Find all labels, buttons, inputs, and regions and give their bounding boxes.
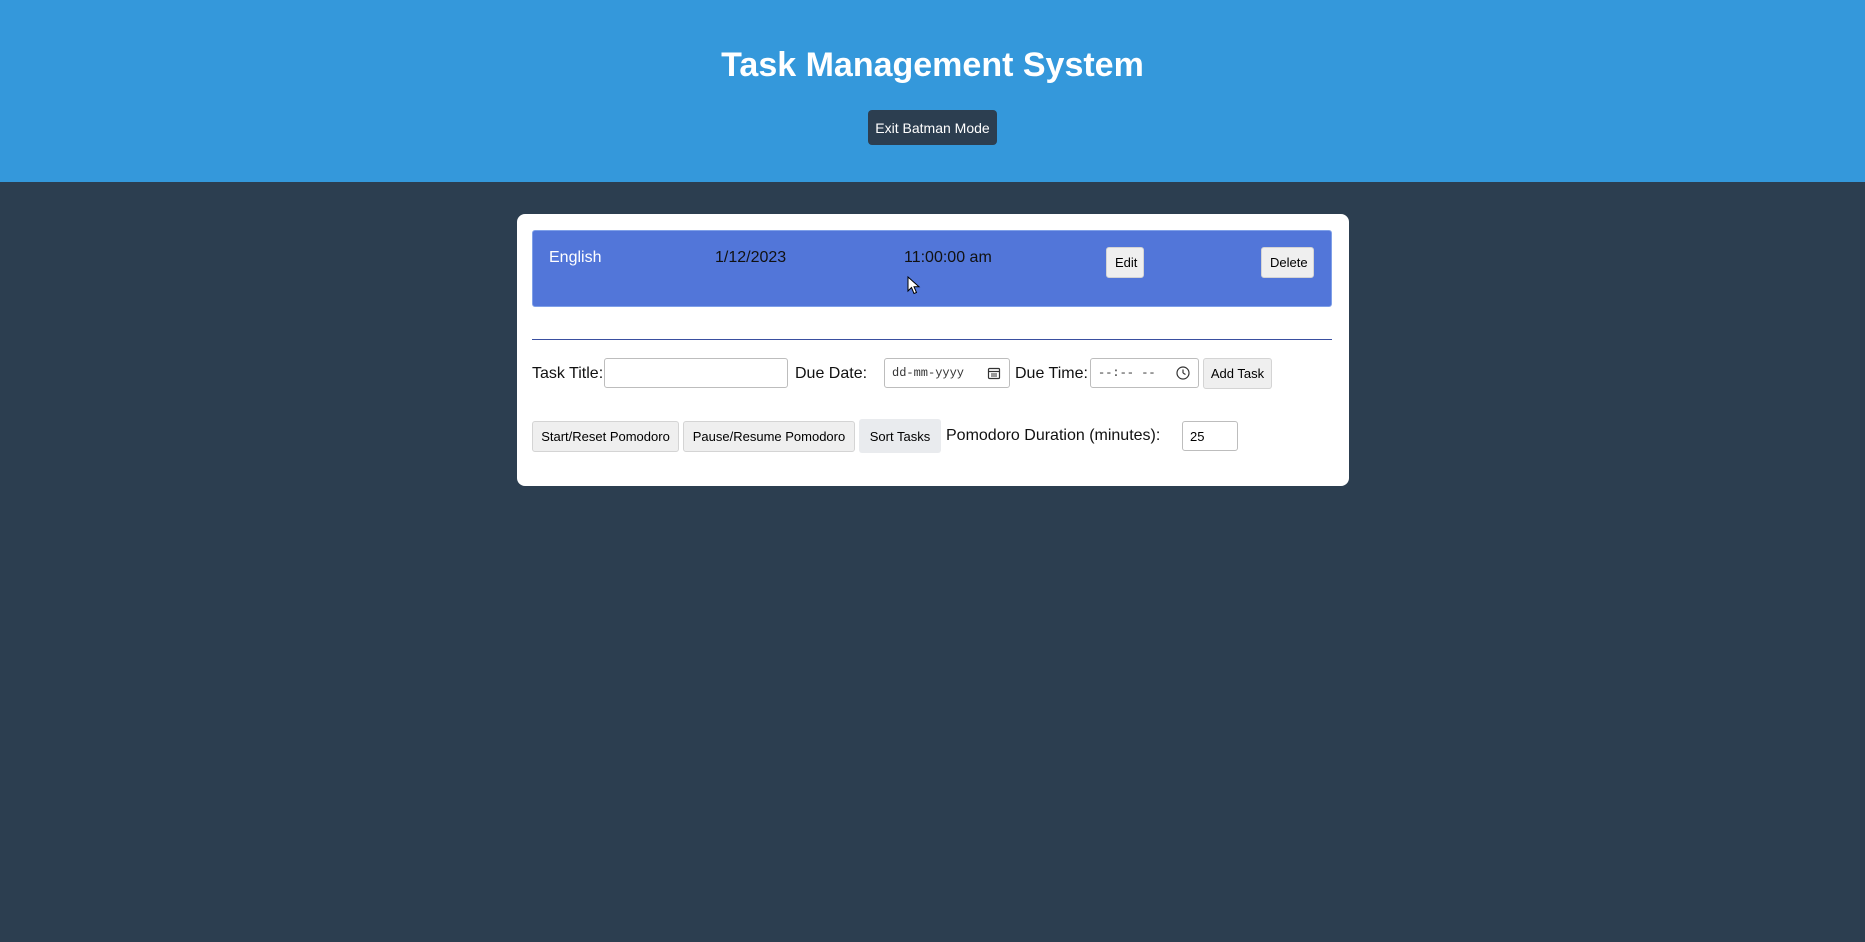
pomodoro-duration-input[interactable] — [1182, 421, 1238, 451]
exit-batman-mode-button[interactable]: Exit Batman Mode — [868, 110, 997, 145]
mouse-cursor-icon — [907, 276, 921, 295]
task-title-label: Task Title: — [532, 365, 604, 382]
divider — [532, 339, 1332, 340]
due-time-input[interactable]: --:-- -- — [1090, 358, 1199, 388]
add-task-button[interactable]: Add Task — [1203, 358, 1272, 389]
due-time-label: Due Time: — [1015, 365, 1088, 382]
clock-icon[interactable] — [1176, 366, 1190, 380]
app-header: Task Management System Exit Batman Mode — [0, 0, 1865, 182]
task-row: English 1/12/2023 11:00:00 am Edit Delet… — [532, 230, 1332, 307]
pause-resume-pomodoro-button[interactable]: Pause/Resume Pomodoro — [683, 421, 855, 452]
task-title: English — [549, 249, 602, 266]
delete-task-button[interactable]: Delete — [1261, 247, 1314, 278]
start-reset-pomodoro-button[interactable]: Start/Reset Pomodoro — [532, 421, 679, 452]
sort-tasks-button[interactable]: Sort Tasks — [859, 419, 941, 453]
edit-task-button[interactable]: Edit — [1106, 247, 1144, 278]
task-due-date: 1/12/2023 — [715, 249, 787, 266]
pomodoro-duration-label: Pomodoro Duration (minutes): — [946, 427, 1161, 444]
due-date-label: Due Date: — [795, 365, 868, 382]
add-task-form: Task Title: Due Date: dd-mm-yyyy Due Tim… — [532, 358, 1342, 390]
due-date-input[interactable]: dd-mm-yyyy — [884, 358, 1010, 388]
page-title: Task Management System — [721, 46, 1144, 84]
task-due-time: 11:00:00 am — [904, 249, 992, 266]
due-date-placeholder: dd-mm-yyyy — [892, 366, 965, 380]
pomodoro-controls: Start/Reset Pomodoro Pause/Resume Pomodo… — [532, 419, 1342, 455]
task-panel: English 1/12/2023 11:00:00 am Edit Delet… — [517, 214, 1349, 486]
calendar-icon[interactable] — [987, 366, 1001, 380]
task-title-input[interactable] — [604, 358, 788, 388]
due-time-placeholder: --:-- -- — [1098, 366, 1156, 380]
